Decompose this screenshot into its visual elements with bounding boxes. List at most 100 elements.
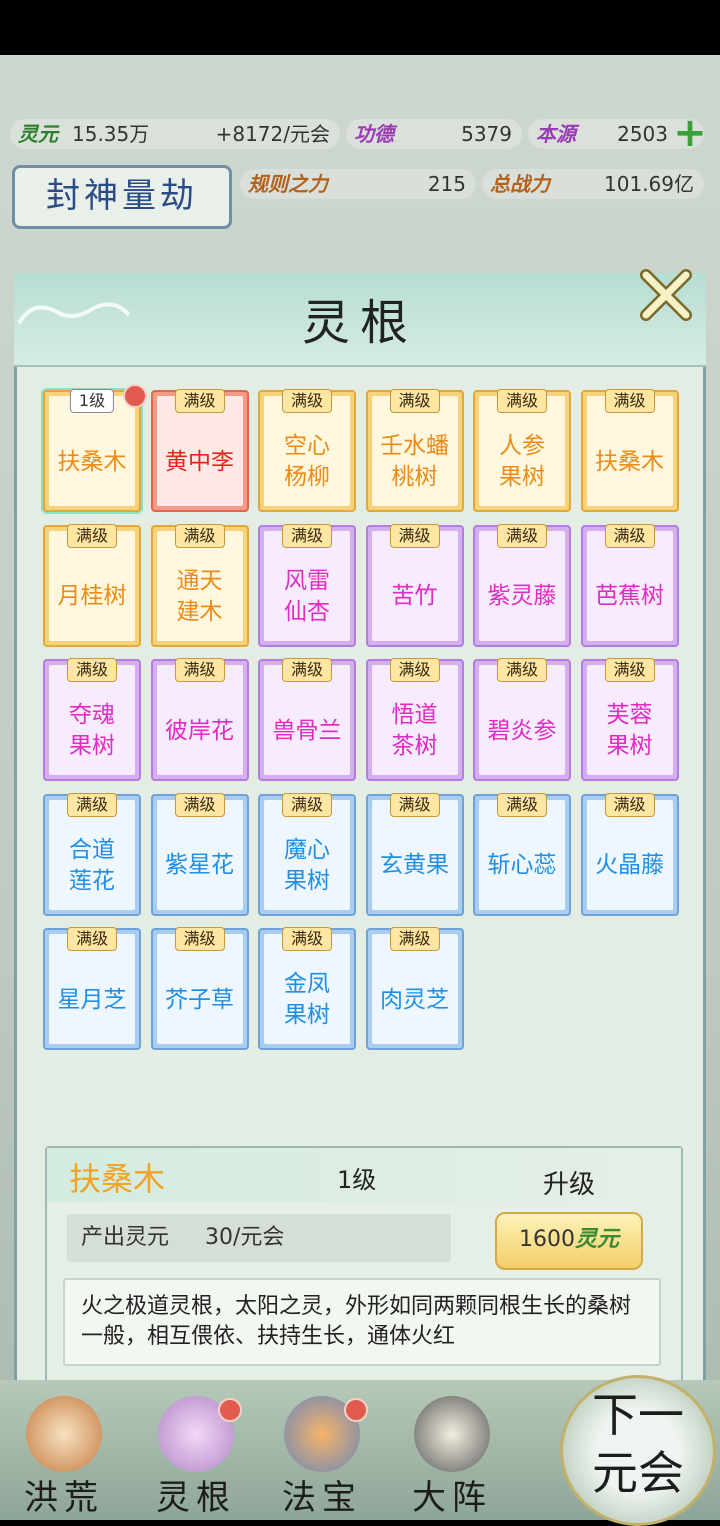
lingen-card[interactable]: 满级 星月芝 bbox=[43, 927, 141, 1050]
card-name: 肉灵芝 bbox=[380, 986, 449, 1013]
lingen-card[interactable]: 满级 碧炎参 bbox=[473, 658, 571, 781]
card-name: 扶桑木 bbox=[57, 448, 127, 475]
status-bar bbox=[0, 0, 720, 55]
detail-name: 扶桑木 bbox=[69, 1160, 166, 1198]
card-level-tag: 满级 bbox=[174, 792, 225, 817]
card-name: 芥子草 bbox=[165, 986, 234, 1013]
lingen-card[interactable]: 满级 魔心 果树 bbox=[258, 792, 356, 916]
card-name: 星月芝 bbox=[57, 986, 127, 1013]
card-level-tag: 满级 bbox=[66, 658, 118, 682]
lingen-card[interactable]: 满级 芙蓉 果树 bbox=[580, 658, 679, 781]
close-icon[interactable] bbox=[634, 263, 698, 327]
nav-fabao[interactable]: 法宝 bbox=[262, 1390, 382, 1518]
card-name: 玄黄果 bbox=[380, 852, 449, 878]
card-level-tag: 满级 bbox=[174, 927, 225, 951]
card-level-tag: 满级 bbox=[604, 658, 655, 682]
benyuan-value: 2503 bbox=[617, 122, 668, 146]
nav-fabao-notification-dot bbox=[344, 1398, 368, 1422]
card-name: 紫灵藤 bbox=[487, 583, 557, 609]
card-level-tag: 满级 bbox=[389, 523, 440, 548]
card-name: 金凤 果树 bbox=[284, 971, 330, 1028]
card-level-tag: 满级 bbox=[281, 523, 333, 548]
nav-honghuang-label: 洪荒 bbox=[24, 1478, 104, 1518]
lingen-card[interactable]: 满级 月桂树 bbox=[43, 523, 141, 647]
lingen-card[interactable]: 满级 兽骨兰 bbox=[258, 658, 356, 781]
lingen-card[interactable]: 满级 玄黄果 bbox=[365, 792, 464, 916]
lingen-card[interactable]: 满级 彼岸花 bbox=[150, 658, 249, 781]
card-name: 风雷 仙杏 bbox=[284, 567, 330, 625]
card-level-tag: 满级 bbox=[389, 389, 440, 413]
next-era-label: 下一 元会 bbox=[592, 1388, 684, 1500]
card-level-tag: 满级 bbox=[496, 523, 548, 548]
card-name: 斩心蕊 bbox=[487, 852, 557, 878]
lingen-card[interactable]: 满级 壬水蟠 桃树 bbox=[365, 389, 464, 512]
lingen-card[interactable]: 满级 通天 建木 bbox=[150, 523, 249, 647]
card-level-tag: 满级 bbox=[496, 792, 548, 817]
lingen-card[interactable]: 满级 合道 莲花 bbox=[43, 792, 141, 916]
card-name: 苦竹 bbox=[391, 583, 438, 609]
output-row: 产出灵元 30/元会 bbox=[67, 1214, 451, 1262]
zhanli-resource: 总战力 101.69亿 bbox=[482, 169, 704, 199]
lingen-card[interactable]: 满级 夺魂 果树 bbox=[43, 658, 141, 781]
lingen-card[interactable]: 1级扶桑木 bbox=[43, 384, 147, 512]
benyuan-resource: 本源 2503 + bbox=[528, 113, 707, 153]
detail-header: 扶桑木 1级 升级 bbox=[47, 1148, 681, 1202]
card-notification-dot bbox=[123, 384, 147, 408]
card-level-tag: 满级 bbox=[389, 792, 440, 817]
event-button[interactable]: 封神量劫 bbox=[12, 165, 232, 229]
card-level-tag: 满级 bbox=[281, 389, 333, 413]
card-level-tag: 满级 bbox=[66, 792, 118, 817]
nav-honghuang[interactable]: 洪荒 bbox=[4, 1390, 124, 1518]
nav-dazhen-label: 大阵 bbox=[412, 1478, 492, 1518]
card-level-tag: 满级 bbox=[496, 389, 548, 413]
guize-value: 215 bbox=[427, 172, 466, 196]
card-level-tag: 满级 bbox=[281, 658, 333, 682]
lingen-card[interactable]: 满级 人参 果树 bbox=[473, 389, 571, 512]
lingen-card[interactable]: 满级 金凤 果树 bbox=[258, 927, 356, 1050]
card-level-tag: 满级 bbox=[389, 927, 440, 951]
lingen-card[interactable]: 满级 芥子草 bbox=[150, 927, 249, 1050]
lingen-card[interactable]: 满级 悟道 茶树 bbox=[365, 658, 464, 781]
lingen-card[interactable]: 满级 肉灵芝 bbox=[365, 927, 464, 1050]
lingen-card[interactable]: 满级 芭蕉树 bbox=[580, 523, 679, 647]
guize-resource: 规则之力 215 bbox=[240, 169, 476, 199]
add-benyuan-button[interactable]: + bbox=[672, 113, 708, 153]
card-name: 夺魂 果树 bbox=[69, 702, 115, 759]
lingyuan-resource: 灵元 15.35万 +8172/元会 bbox=[10, 119, 340, 149]
next-era-button[interactable]: 下一 元会 bbox=[560, 1375, 716, 1526]
panel-header: 灵根 bbox=[14, 269, 706, 367]
card-name: 碧炎参 bbox=[487, 717, 557, 744]
upgrade-cost-unit: 灵元 bbox=[574, 1227, 619, 1252]
nav-fabao-label: 法宝 bbox=[282, 1478, 362, 1518]
lingen-card[interactable]: 满级 苦竹 bbox=[365, 523, 464, 647]
nav-lingen[interactable]: 灵根 bbox=[136, 1390, 256, 1518]
card-name: 合道 莲花 bbox=[69, 836, 115, 894]
card-level-tag: 满级 bbox=[496, 658, 548, 682]
card-level-tag: 满级 bbox=[66, 523, 118, 548]
card-level-tag: 1级 bbox=[69, 389, 115, 413]
lingen-card[interactable]: 满级 斩心蕊 bbox=[473, 792, 571, 916]
gongde-label: 功德 bbox=[354, 122, 394, 146]
lingen-card[interactable]: 满级 风雷 仙杏 bbox=[258, 523, 356, 647]
card-name: 芙蓉 果树 bbox=[606, 702, 653, 759]
lingen-card[interactable]: 满级 紫星花 bbox=[150, 792, 249, 916]
nav-dazhen[interactable]: 大阵 bbox=[392, 1390, 512, 1518]
upgrade-button[interactable]: 1600灵元 bbox=[495, 1212, 643, 1270]
card-level-tag: 满级 bbox=[174, 389, 225, 413]
gongde-resource: 功德 5379 bbox=[346, 119, 522, 149]
lingen-card[interactable]: 满级 火晶藤 bbox=[580, 792, 679, 916]
output-value: 30/元会 bbox=[205, 1225, 285, 1250]
card-level-tag: 满级 bbox=[604, 389, 655, 413]
guize-label: 规则之力 bbox=[248, 172, 328, 196]
lingen-card[interactable]: 满级 黄中李 bbox=[150, 389, 249, 512]
nav-lingen-label: 灵根 bbox=[156, 1478, 236, 1518]
lingen-card[interactable]: 满级 紫灵藤 bbox=[473, 523, 571, 647]
lingen-card[interactable]: 满级 扶桑木 bbox=[580, 389, 679, 512]
card-name: 空心 杨柳 bbox=[284, 433, 330, 490]
card-level-tag: 满级 bbox=[174, 523, 225, 548]
game-screen: 灵元 15.35万 +8172/元会 功德 5379 本源 2503 + 规则之… bbox=[0, 55, 720, 1520]
lingyuan-value: 15.35万 bbox=[72, 122, 150, 146]
lingen-card[interactable]: 满级 空心 杨柳 bbox=[258, 389, 356, 512]
card-name: 悟道 茶树 bbox=[391, 702, 438, 759]
card-level-tag: 满级 bbox=[389, 658, 440, 682]
